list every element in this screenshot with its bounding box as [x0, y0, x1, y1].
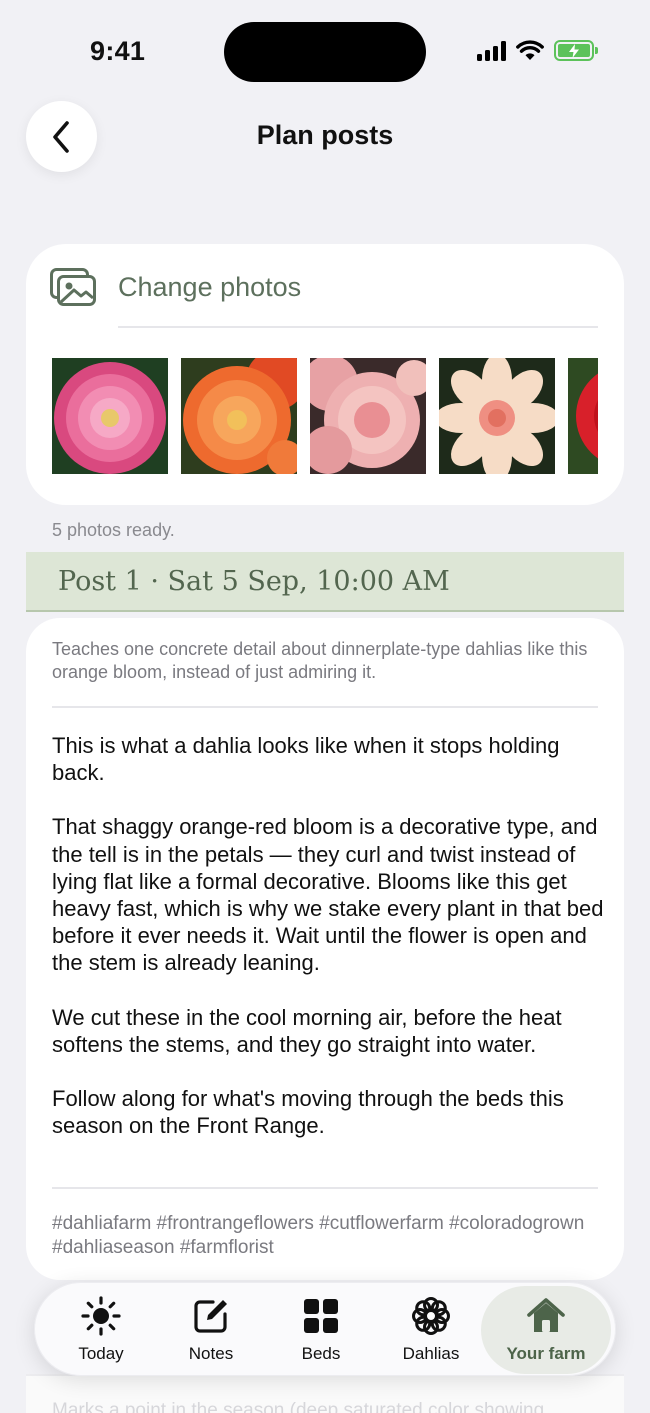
- tab-label: Beds: [301, 1344, 341, 1363]
- compose-icon: [194, 1300, 227, 1333]
- tab-your-farm[interactable]: Your farm: [481, 1286, 611, 1374]
- post-header: Post 1 · Sat 5 Sep, 10:00 AM: [26, 552, 624, 612]
- flower-icon: [412, 1297, 450, 1335]
- photo-thumbnail-cream-dahlia[interactable]: [439, 358, 555, 474]
- change-photos-button[interactable]: Change photos: [118, 272, 301, 303]
- tab-dahlias[interactable]: Dahlias: [381, 1283, 481, 1377]
- house-icon: [527, 1298, 565, 1332]
- tab-label: Your farm: [506, 1344, 586, 1363]
- tab-beds[interactable]: Beds: [271, 1283, 371, 1377]
- tab-bar: Today Notes Beds Dahlias Your farm: [34, 1282, 616, 1376]
- post-schedule-label: Post 1 · Sat 5 Sep, 10:00 AM: [58, 566, 450, 597]
- divider: [52, 706, 598, 708]
- tab-label: Notes: [188, 1344, 234, 1363]
- status-bar: 9:41: [0, 0, 650, 100]
- wifi-icon: [516, 40, 544, 60]
- page-title: Plan posts: [256, 120, 394, 150]
- post-caption[interactable]: This is what a dahlia looks like when it…: [52, 732, 604, 1166]
- photos-icon[interactable]: [50, 268, 96, 306]
- status-icons: [477, 40, 598, 61]
- photo-thumbnail-orange-dahlia[interactable]: [181, 358, 297, 474]
- tab-label: Today: [78, 1344, 124, 1363]
- post-rationale: Teaches one concrete detail about dinner…: [52, 639, 588, 682]
- post-hashtags: #dahliafarm #frontrangeflowers #cutflowe…: [52, 1213, 585, 1258]
- next-post-rationale: Marks a point in the season (deep satura…: [52, 1400, 545, 1413]
- caption-paragraph: That shaggy orange-red bloom is a decora…: [52, 814, 604, 976]
- photos-status: 5 photos ready.: [52, 520, 175, 540]
- tab-notes[interactable]: Notes: [161, 1283, 261, 1377]
- grid-icon: [304, 1299, 338, 1333]
- cellular-signal-icon: [477, 40, 506, 61]
- photo-thumbnail-pink-dahlia[interactable]: [52, 358, 168, 474]
- divider: [52, 1187, 598, 1189]
- post-card[interactable]: Teaches one concrete detail about dinner…: [26, 618, 624, 1280]
- caption-paragraph: We cut these in the cool morning air, be…: [52, 1004, 562, 1057]
- battery-charging-icon: [554, 40, 598, 61]
- photos-card: Change photos: [26, 244, 624, 505]
- next-post-card[interactable]: Marks a point in the season (deep satura…: [26, 1374, 624, 1413]
- photo-thumbnail-red-dahlia[interactable]: [568, 358, 598, 474]
- status-time: 9:41: [90, 36, 146, 66]
- photo-thumbnail-peach-dahlia[interactable]: [310, 358, 426, 474]
- divider: [118, 326, 598, 328]
- tab-today[interactable]: Today: [51, 1283, 151, 1377]
- photo-strip[interactable]: [52, 358, 598, 475]
- caption-paragraph: Follow along for what's moving through t…: [52, 1086, 564, 1139]
- sun-icon: [81, 1296, 121, 1336]
- dynamic-island: [224, 22, 426, 82]
- caption-paragraph: This is what a dahlia looks like when it…: [52, 733, 560, 786]
- tab-label: Dahlias: [402, 1344, 460, 1363]
